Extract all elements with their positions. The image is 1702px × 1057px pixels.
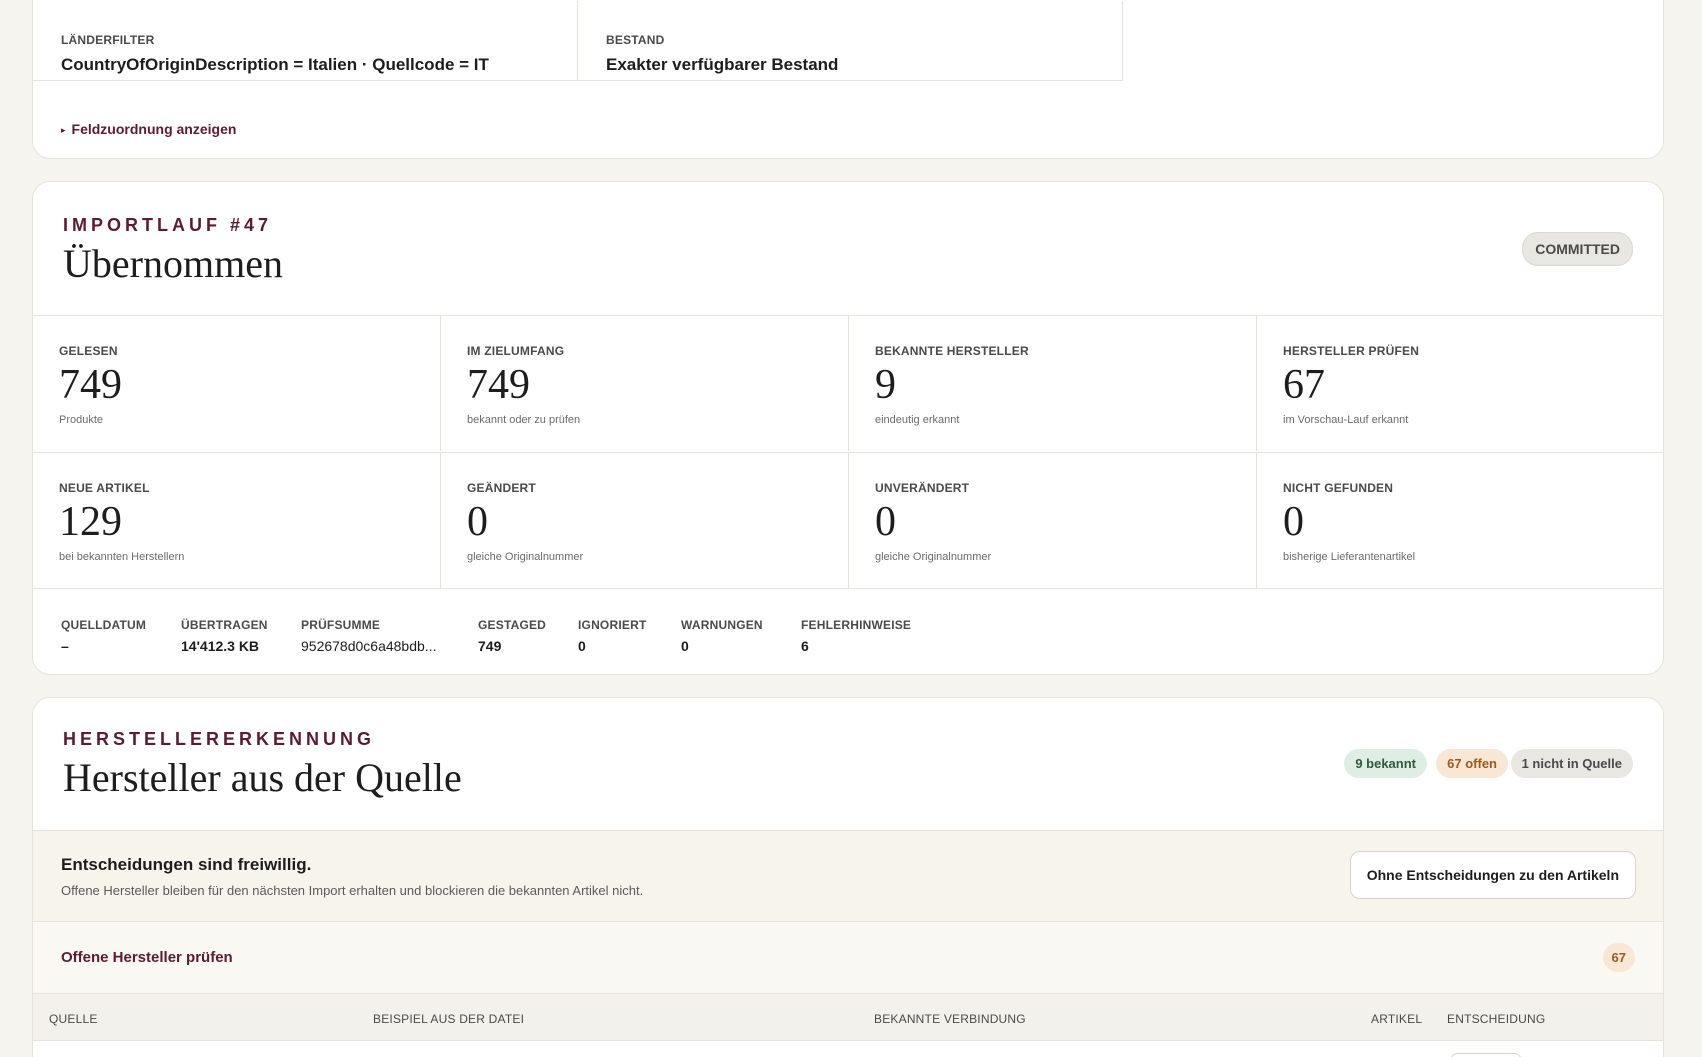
status-badge: COMMITTED (1522, 232, 1633, 266)
metric-caption: im Vorschau-Lauf erkannt (1283, 414, 1409, 426)
metric-read: GELESEN 749 Produkte (33, 315, 441, 451)
meta-transferred: ÜBERTRAGEN 14'412.3 KB (181, 618, 268, 654)
metric-label: HERSTELLER PRÜFEN (1283, 344, 1420, 358)
decision-notice: Entscheidungen sind freiwillig. Offene H… (33, 830, 1663, 922)
manufacturer-title: Hersteller aus der Quelle (63, 755, 462, 800)
import-run-card: IMPORTLAUF #47 Übernommen COMMITTED GELE… (32, 181, 1664, 675)
metric-label: NICHT GEFUNDEN (1283, 481, 1394, 495)
meta-label: WARNUNGEN (681, 618, 763, 632)
metric-not-found: NICHT GEFUNDEN 0 bisherige Lieferantenar… (1257, 452, 1663, 588)
stock-filter-value: Exakter verfügbarer Bestand (606, 55, 839, 74)
country-filter-cell: LÄNDERFILTER CountryOfOriginDescription … (33, 1, 578, 81)
stock-filter-cell: BESTAND Exakter verfügbarer Bestand (578, 1, 1123, 81)
known-count-badge: 9 bekannt (1344, 749, 1427, 778)
metric-label: UNVERÄNDERT (875, 481, 970, 495)
meta-value: 0 (681, 638, 689, 654)
manufacturer-recognition-card: HERSTELLERERKENNUNG Hersteller aus der Q… (32, 697, 1664, 1057)
meta-label: QUELLDATUM (61, 618, 147, 632)
missing-count-badge: 1 nicht in Quelle (1510, 749, 1633, 778)
filter-card: LÄNDERFILTER CountryOfOriginDescription … (32, 0, 1664, 159)
country-filter-value: CountryOfOriginDescription = Italien · Q… (61, 55, 489, 74)
metric-caption: bei bekannten Herstellern (59, 551, 185, 563)
meta-label: GESTAGED (478, 618, 547, 632)
meta-warnings: WARNUNGEN 0 (681, 618, 763, 654)
column-header-known-link[interactable]: BEKANNTE VERBINDUNG (874, 1012, 1026, 1026)
column-header-decision[interactable]: ENTSCHEIDUNG (1447, 1012, 1545, 1026)
metric-label: NEUE ARTIKEL (59, 481, 150, 495)
metric-value: 0 (875, 499, 896, 545)
decision-select[interactable] (1450, 1053, 1522, 1057)
meta-staged: GESTAGED 749 (478, 618, 546, 654)
metric-label: GELESEN (59, 344, 118, 358)
metric-caption: gleiche Originalnummer (467, 551, 584, 563)
open-manufacturers-count: 67 (1602, 943, 1635, 972)
stock-filter-label: BESTAND (606, 33, 665, 47)
meta-value: 6 (801, 638, 809, 654)
meta-label: PRÜFSUMME (301, 618, 381, 632)
metric-known-manufacturers: BEKANNTE HERSTELLER 9 eindeutig erkannt (849, 315, 1257, 451)
field-mapping-toggle-label: Feldzuordnung anzeigen (71, 121, 237, 137)
meta-value: – (61, 638, 69, 654)
open-manufacturers-label: Offene Hersteller prüfen (61, 949, 233, 966)
metric-caption: bekannt oder zu prüfen (467, 414, 581, 426)
column-header-example[interactable]: BEISPIEL AUS DER DATEI (373, 1012, 524, 1026)
meta-ignored: IGNORIERT 0 (578, 618, 646, 654)
metric-value: 9 (875, 362, 896, 408)
meta-value: 14'412.3 KB (181, 638, 260, 654)
open-count-badge: 67 offen (1436, 749, 1508, 778)
metric-value: 749 (59, 362, 122, 408)
meta-label: ÜBERTRAGEN (181, 618, 268, 632)
continue-without-decisions-button[interactable]: Ohne Entscheidungen zu den Artikeln (1349, 851, 1636, 899)
metric-value: 129 (59, 499, 122, 545)
metric-changed: GEÄNDERT 0 gleiche Originalnummer (441, 452, 849, 588)
metric-review-manufacturers: HERSTELLER PRÜFEN 67 im Vorschau-Lauf er… (1257, 315, 1663, 451)
import-run-title: Übernommen (63, 241, 283, 286)
meta-value: 0 (578, 638, 586, 654)
metric-caption: bisherige Lieferantenartikel (1283, 551, 1416, 563)
open-manufacturers-section[interactable]: Offene Hersteller prüfen 67 (33, 922, 1663, 994)
decision-notice-text: Offene Hersteller bleiben für den nächst… (61, 883, 644, 898)
column-header-articles[interactable]: ARTIKEL (1371, 1012, 1422, 1026)
import-run-eyebrow: IMPORTLAUF #47 (63, 215, 273, 235)
meta-label: FEHLERHINWEISE (801, 618, 912, 632)
metric-label: IM ZIELUMFANG (467, 344, 565, 358)
meta-value: 749 (478, 638, 502, 654)
manufacturer-eyebrow: HERSTELLERERKENNUNG (63, 729, 376, 749)
metric-in-scope: IM ZIELUMFANG 749 bekannt oder zu prüfen (441, 315, 849, 451)
metric-value: 67 (1283, 362, 1325, 408)
decision-notice-title: Entscheidungen sind freiwillig. (61, 855, 312, 874)
metric-label: BEKANNTE HERSTELLER (875, 344, 1029, 358)
meta-source-date: QUELLDATUM – (61, 618, 146, 654)
metric-value: 0 (1283, 499, 1304, 545)
metric-value: 749 (467, 362, 530, 408)
meta-error-hints: FEHLERHINWEISE 6 (801, 618, 911, 654)
metric-new-articles: NEUE ARTIKEL 129 bei bekannten Herstelle… (33, 452, 441, 588)
metric-caption: eindeutig erkannt (875, 414, 960, 426)
metric-label: GEÄNDERT (467, 481, 536, 495)
metric-value: 0 (467, 499, 488, 545)
field-mapping-toggle[interactable]: ▸ Feldzuordnung anzeigen (61, 121, 236, 137)
column-header-source[interactable]: QUELLE (49, 1012, 98, 1026)
country-filter-label: LÄNDERFILTER (61, 33, 155, 47)
meta-label: IGNORIERT (578, 618, 647, 632)
manufacturer-table-header: QUELLE BEISPIEL AUS DER DATEI BEKANNTE V… (33, 994, 1663, 1041)
metric-divider (33, 588, 1663, 589)
meta-value: 952678d0c6a48bdb... (301, 638, 437, 654)
metric-unchanged: UNVERÄNDERT 0 gleiche Originalnummer (849, 452, 1257, 588)
metric-caption: Produkte (59, 414, 104, 426)
metric-caption: gleiche Originalnummer (875, 551, 992, 563)
disclosure-triangle-icon: ▸ (61, 125, 66, 135)
meta-checksum: PRÜFSUMME 952678d0c6a48bdb... (301, 618, 436, 654)
